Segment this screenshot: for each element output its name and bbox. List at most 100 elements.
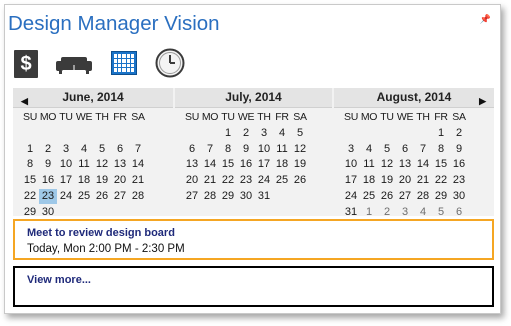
calendar-day[interactable]: 27 <box>396 189 414 204</box>
calendar-day[interactable]: 3 <box>255 126 273 141</box>
calendar-day[interactable]: 20 <box>396 173 414 188</box>
calendar-icon[interactable] <box>111 51 137 75</box>
calendar-day[interactable]: 18 <box>75 173 93 188</box>
calendar-day[interactable]: 25 <box>360 189 378 204</box>
calendar-day[interactable]: 28 <box>201 189 219 204</box>
prev-month-button[interactable]: ◀ <box>21 92 28 111</box>
calendar-day[interactable]: 8 <box>21 157 39 172</box>
calendar-day[interactable]: 18 <box>360 173 378 188</box>
calendar-day[interactable]: 30 <box>39 205 57 220</box>
calendar-day[interactable]: 20 <box>111 173 129 188</box>
calendar-day[interactable]: 7 <box>414 142 432 157</box>
calendar-day[interactable]: 25 <box>75 189 93 204</box>
calendar-day[interactable]: 9 <box>450 142 468 157</box>
calendar-day[interactable]: 2 <box>450 126 468 141</box>
calendar-day[interactable]: 22 <box>219 173 237 188</box>
dollar-icon[interactable]: $ <box>14 50 38 78</box>
calendar-day[interactable]: 7 <box>129 142 147 157</box>
calendar-day[interactable]: 16 <box>237 157 255 172</box>
calendar-day[interactable]: 1 <box>219 126 237 141</box>
calendar-day[interactable]: 17 <box>57 173 75 188</box>
calendar-day[interactable]: 27 <box>111 189 129 204</box>
calendar-day[interactable]: 28 <box>414 189 432 204</box>
calendar-day[interactable]: 12 <box>291 142 309 157</box>
calendar-day[interactable]: 16 <box>450 157 468 172</box>
calendar-day[interactable]: 29 <box>432 189 450 204</box>
calendar-day[interactable]: 4 <box>75 142 93 157</box>
view-more-link[interactable]: View more... <box>27 274 91 286</box>
calendar-day[interactable]: 23 <box>237 173 255 188</box>
calendar-day[interactable]: 9 <box>39 157 57 172</box>
calendar-day[interactable]: 9 <box>237 142 255 157</box>
calendar-day[interactable]: 13 <box>183 157 201 172</box>
calendar-day[interactable]: 19 <box>93 173 111 188</box>
calendar-day[interactable]: 1 <box>21 142 39 157</box>
calendar-day[interactable]: 3 <box>396 205 414 220</box>
calendar-day[interactable]: 2 <box>378 205 396 220</box>
calendar-day[interactable]: 15 <box>432 157 450 172</box>
calendar-day[interactable]: 10 <box>255 142 273 157</box>
calendar-day[interactable]: 11 <box>75 157 93 172</box>
calendar-day[interactable]: 22 <box>432 173 450 188</box>
calendar-day[interactable]: 4 <box>273 126 291 141</box>
calendar-day[interactable]: 5 <box>378 142 396 157</box>
calendar-day[interactable]: 26 <box>378 189 396 204</box>
calendar-day[interactable]: 6 <box>111 142 129 157</box>
calendar-day[interactable]: 6 <box>183 142 201 157</box>
calendar-day[interactable]: 27 <box>183 189 201 204</box>
calendar-day[interactable]: 3 <box>57 142 75 157</box>
calendar-day[interactable]: 21 <box>201 173 219 188</box>
calendar-day[interactable]: 1 <box>432 126 450 141</box>
calendar-day[interactable]: 22 <box>21 189 39 204</box>
calendar-day[interactable]: 13 <box>396 157 414 172</box>
calendar-day[interactable]: 24 <box>255 173 273 188</box>
calendar-day[interactable]: 6 <box>396 142 414 157</box>
calendar-day[interactable]: 12 <box>378 157 396 172</box>
calendar-day[interactable]: 11 <box>273 142 291 157</box>
calendar-day[interactable]: 17 <box>342 173 360 188</box>
calendar-day[interactable]: 31 <box>255 189 273 204</box>
calendar-day[interactable]: 7 <box>201 142 219 157</box>
calendar-day[interactable]: 8 <box>432 142 450 157</box>
calendar-day[interactable]: 19 <box>378 173 396 188</box>
calendar-day[interactable]: 14 <box>414 157 432 172</box>
calendar-day[interactable]: 29 <box>219 189 237 204</box>
calendar-day[interactable]: 10 <box>342 157 360 172</box>
calendar-day[interactable]: 16 <box>39 173 57 188</box>
calendar-day[interactable]: 11 <box>360 157 378 172</box>
calendar-day[interactable]: 12 <box>93 157 111 172</box>
calendar-day[interactable]: 30 <box>450 189 468 204</box>
calendar-day[interactable]: 21 <box>414 173 432 188</box>
calendar-day[interactable]: 3 <box>342 142 360 157</box>
calendar-day[interactable]: 4 <box>414 205 432 220</box>
calendar-day[interactable]: 24 <box>342 189 360 204</box>
calendar-day[interactable]: 23 <box>39 188 57 204</box>
calendar-day[interactable]: 2 <box>237 126 255 141</box>
calendar-day[interactable]: 17 <box>255 157 273 172</box>
calendar-day[interactable]: 21 <box>129 173 147 188</box>
calendar-day[interactable]: 13 <box>111 157 129 172</box>
calendar-day[interactable]: 1 <box>360 205 378 220</box>
calendar-day[interactable]: 24 <box>57 189 75 204</box>
calendar-day[interactable]: 26 <box>291 173 309 188</box>
calendar-day[interactable]: 20 <box>183 173 201 188</box>
calendar-day[interactable]: 5 <box>291 126 309 141</box>
calendar-day[interactable]: 15 <box>219 157 237 172</box>
calendar-day[interactable]: 31 <box>342 205 360 220</box>
calendar-day[interactable]: 6 <box>450 205 468 220</box>
calendar-day[interactable]: 30 <box>237 189 255 204</box>
event-card[interactable]: Meet to review design board Today, Mon 2… <box>13 219 494 260</box>
calendar-day[interactable]: 28 <box>129 189 147 204</box>
calendar-day[interactable]: 8 <box>219 142 237 157</box>
next-month-button[interactable]: ▶ <box>479 92 486 111</box>
calendar-day[interactable]: 2 <box>39 142 57 157</box>
calendar-day[interactable]: 14 <box>129 157 147 172</box>
calendar-day[interactable]: 14 <box>201 157 219 172</box>
calendar-day[interactable]: 10 <box>57 157 75 172</box>
calendar-day[interactable]: 18 <box>273 157 291 172</box>
calendar-day[interactable]: 29 <box>21 205 39 220</box>
calendar-day[interactable]: 5 <box>432 205 450 220</box>
calendar-day[interactable]: 19 <box>291 157 309 172</box>
calendar-day[interactable]: 25 <box>273 173 291 188</box>
pin-icon[interactable]: 📌 <box>480 15 491 24</box>
